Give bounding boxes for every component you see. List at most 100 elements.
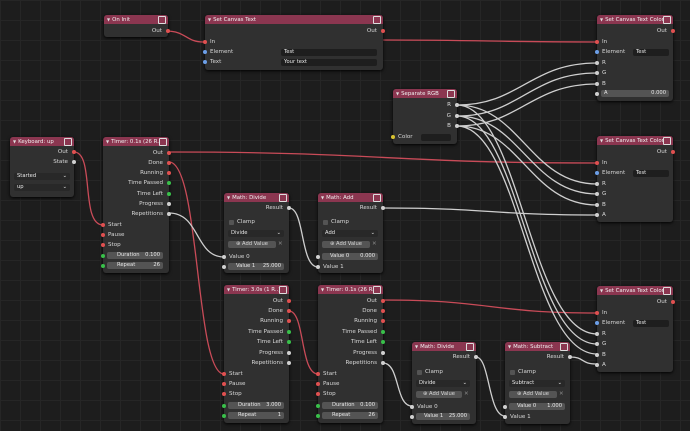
event-dropdown[interactable]: Started ⌄ [14, 173, 70, 180]
collapse-icon[interactable]: ▼ [227, 287, 230, 292]
out-socket[interactable] [381, 29, 385, 33]
running-socket[interactable] [381, 319, 385, 323]
pause-socket[interactable] [101, 233, 105, 237]
math-subtract-node[interactable]: ▼ Math: Subtract Result Clamp Subtract ⌄ ⊕… [503, 342, 572, 424]
time-left-socket[interactable] [167, 192, 171, 196]
add-value-button[interactable]: ⊕ Add Value [228, 241, 276, 248]
stop-socket[interactable] [316, 392, 320, 396]
repeat-socket[interactable] [101, 264, 105, 268]
state-socket[interactable] [72, 160, 76, 164]
progress-socket[interactable] [167, 202, 171, 206]
text-color-header[interactable]: ▼ Set Canvas Text Color [597, 136, 673, 145]
collapse-icon[interactable]: ▼ [321, 195, 324, 200]
stop-socket[interactable] [222, 392, 226, 396]
progress-socket[interactable] [381, 351, 385, 355]
duration-field[interactable]: Duration 3.000 [228, 402, 284, 409]
operation-dropdown[interactable]: Divide ⌄ [416, 380, 470, 387]
clamp-checkbox[interactable] [323, 220, 328, 225]
value1-socket[interactable] [410, 415, 414, 419]
time-left-socket[interactable] [287, 340, 291, 344]
out-socket[interactable] [287, 299, 291, 303]
math-divide-header[interactable]: ▼ Math: Divide [412, 342, 476, 351]
in-socket[interactable] [595, 311, 599, 315]
collapse-icon[interactable]: ▼ [600, 288, 603, 293]
out-socket[interactable] [72, 150, 76, 154]
math-subtract-header[interactable]: ▼ Math: Subtract [505, 342, 570, 351]
r-socket[interactable] [595, 61, 599, 65]
running-socket[interactable] [167, 171, 171, 175]
collapse-icon[interactable]: ▼ [13, 139, 16, 144]
math-add-header[interactable]: ▼ Math: Add [318, 193, 383, 202]
value1-field[interactable]: Value 1 25.000 [416, 413, 470, 420]
result-socket[interactable] [381, 206, 385, 210]
time-passed-socket[interactable] [287, 330, 291, 334]
timer-node-1[interactable]: ▼ Timer: 0.1s (26 R.. Out Done Running Ti… [101, 137, 171, 273]
repetitions-socket[interactable] [287, 361, 291, 365]
timer-node-2[interactable]: ▼ Timer: 3.0s (1 R..) Out Done Running Ti… [222, 285, 291, 423]
collapse-icon[interactable]: ▼ [106, 139, 109, 144]
repeat-socket[interactable] [316, 414, 320, 418]
out-socket[interactable] [671, 29, 675, 33]
time-passed-socket[interactable] [381, 330, 385, 334]
add-value-button[interactable]: ⊕ Add Value [416, 391, 462, 398]
keyboard-node[interactable]: ▼ Keyboard: up Out State Started ⌄ up ⌄ [10, 137, 76, 197]
time-left-socket[interactable] [381, 340, 385, 344]
math-divide-header[interactable]: ▼ Math: Divide [224, 193, 289, 202]
clamp-checkbox[interactable] [229, 220, 234, 225]
repeat-field[interactable]: Repeat 26 [322, 412, 378, 419]
on-init-node[interactable]: ▼ On Init Out [104, 15, 170, 37]
separate-rgb-node[interactable]: ▼ Separate RGB R G B Color [391, 89, 459, 144]
element-socket[interactable] [595, 50, 599, 54]
g-out-socket[interactable] [455, 114, 459, 118]
out-socket[interactable] [671, 150, 675, 154]
value1-socket[interactable] [503, 415, 507, 419]
set-canvas-text-color-node-3[interactable]: ▼ Set Canvas Text Color Out In Element Te… [595, 286, 675, 372]
running-socket[interactable] [287, 319, 291, 323]
clamp-checkbox[interactable] [417, 370, 422, 375]
time-passed-socket[interactable] [167, 181, 171, 185]
start-socket[interactable] [222, 372, 226, 376]
collapse-icon[interactable]: ▼ [600, 138, 603, 143]
set-canvas-text-node[interactable]: ▼ Set Canvas Text Out In Element Test Tex… [203, 15, 385, 70]
on-init-header[interactable]: ▼ On Init [104, 15, 168, 24]
repeat-field[interactable]: Repeat 26 [107, 262, 163, 269]
start-socket[interactable] [316, 372, 320, 376]
set-canvas-text-color-node-2[interactable]: ▼ Set Canvas Text Color Out In Element Te… [595, 136, 675, 222]
timer-header[interactable]: ▼ Timer: 0.1s (26 R.. [103, 137, 169, 146]
duration-socket[interactable] [316, 404, 320, 408]
text-input[interactable]: Your text [281, 59, 377, 66]
collapse-icon[interactable]: ▼ [321, 287, 324, 292]
collapse-icon[interactable]: ▼ [208, 17, 211, 22]
value1-socket[interactable] [316, 265, 320, 269]
a-socket[interactable] [595, 92, 599, 96]
pause-socket[interactable] [316, 382, 320, 386]
duration-socket[interactable] [101, 254, 105, 258]
b-socket[interactable] [595, 82, 599, 86]
text-socket[interactable] [203, 60, 207, 64]
collapse-icon[interactable]: ▼ [600, 17, 603, 22]
element-input[interactable]: Test [633, 170, 669, 177]
text-color-header[interactable]: ▼ Set Canvas Text Color [597, 15, 673, 24]
value0-socket[interactable] [503, 405, 507, 409]
set-canvas-text-color-node-1[interactable]: ▼ Set Canvas Text Color Out In Element Te… [595, 15, 675, 101]
timer-node-3[interactable]: ▼ Timer: 0.1s (26 R.. Out Done Running Ti… [316, 285, 385, 423]
g-socket[interactable] [595, 71, 599, 75]
element-socket[interactable] [595, 171, 599, 175]
color-swatch[interactable] [421, 134, 451, 141]
collapse-icon[interactable]: ▼ [415, 344, 418, 349]
separate-rgb-header[interactable]: ▼ Separate RGB [393, 89, 457, 98]
pause-socket[interactable] [222, 382, 226, 386]
result-socket[interactable] [287, 206, 291, 210]
operation-dropdown[interactable]: Subtract ⌄ [509, 380, 565, 387]
r-socket[interactable] [595, 332, 599, 336]
color-socket[interactable] [391, 135, 395, 139]
keyboard-header[interactable]: ▼ Keyboard: up [10, 137, 74, 146]
collapse-icon[interactable]: ▼ [396, 91, 399, 96]
element-input[interactable]: Test [281, 49, 377, 56]
out-socket[interactable] [381, 299, 385, 303]
out-socket[interactable] [671, 300, 675, 304]
timer-header[interactable]: ▼ Timer: 0.1s (26 R.. [318, 285, 383, 294]
b-out-socket[interactable] [455, 124, 459, 128]
duration-socket[interactable] [222, 404, 226, 408]
repetitions-socket[interactable] [381, 361, 385, 365]
